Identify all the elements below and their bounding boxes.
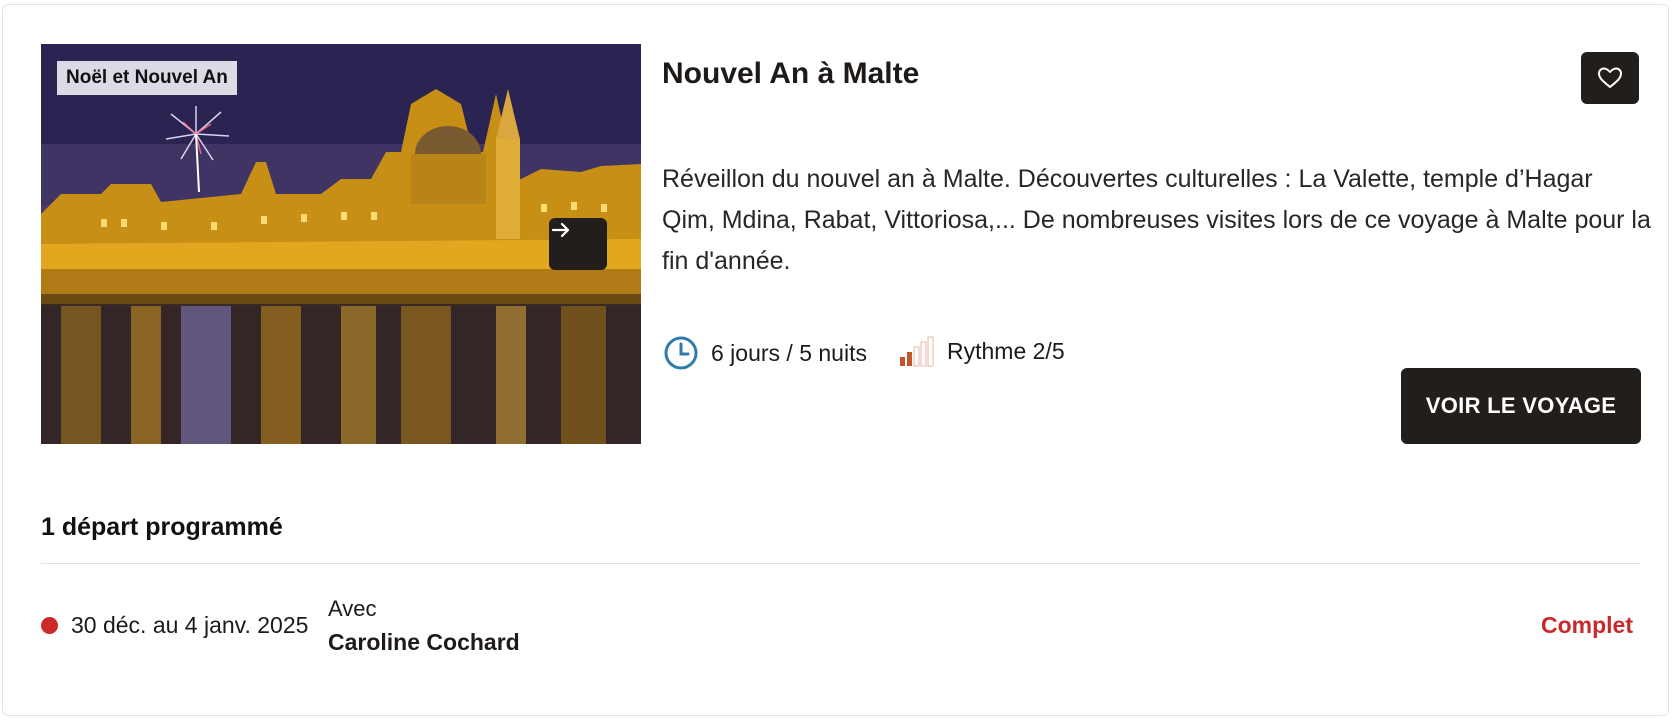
departure-dates: 30 déc. au 4 janv. 2025 <box>71 612 309 638</box>
status-dot <box>41 617 58 634</box>
departures-title: 1 départ programmé <box>41 513 283 541</box>
clock-icon <box>664 336 698 370</box>
heart-icon <box>1598 67 1622 88</box>
favorite-button[interactable] <box>1581 52 1639 104</box>
duration-info: 6 jours / 5 nuits <box>663 335 867 371</box>
rythme-info: Rythme 2/5 <box>899 335 1065 367</box>
view-trip-button[interactable]: VOIR LE VOYAGE <box>1401 368 1641 444</box>
arrow-right-icon <box>551 222 570 238</box>
next-image-button[interactable] <box>549 218 607 270</box>
trip-photo[interactable]: Noël et Nouvel An <box>41 44 641 444</box>
rythme-label: Rythme 2/5 <box>947 337 1065 364</box>
divider <box>41 563 1641 564</box>
duration-label: 6 jours / 5 nuits <box>711 339 867 366</box>
trip-description: Réveillon du nouvel an à Malte. Découver… <box>662 165 1651 275</box>
guide-with-label: Avec <box>328 596 377 621</box>
status-badge: Complet <box>1541 612 1633 638</box>
rythme-bars-icon <box>900 336 934 367</box>
trip-title[interactable]: Nouvel An à Malte <box>662 57 919 91</box>
trip-card: Noël et Nouvel An Nouvel An à Malte Réve… <box>2 4 1669 716</box>
guide-name: Caroline Cochard <box>328 629 520 655</box>
category-tag: Noël et Nouvel An <box>57 61 237 95</box>
